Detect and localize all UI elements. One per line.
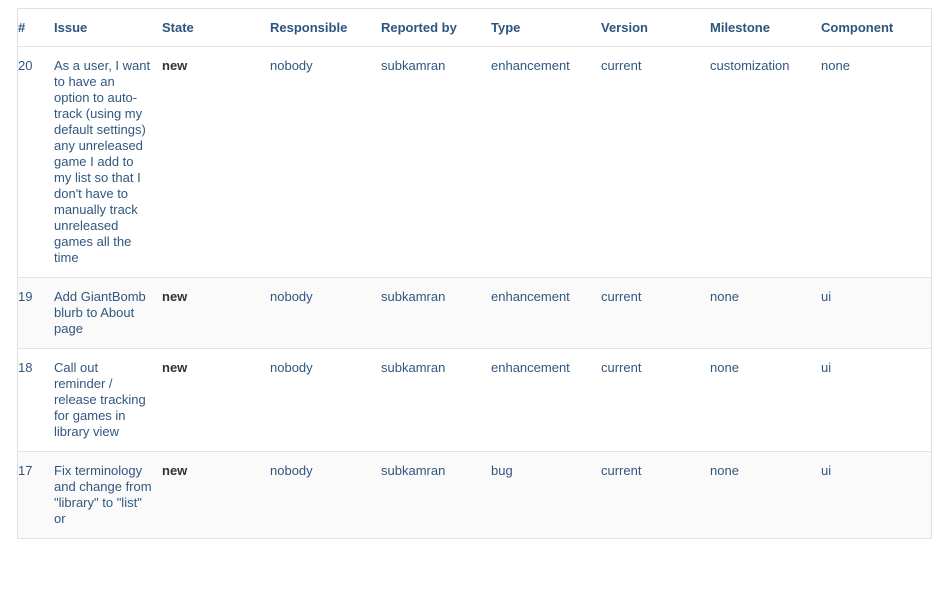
column-header-type-link[interactable]: Type: [491, 20, 520, 35]
table-row: 17 Fix terminology and change from "libr…: [18, 452, 932, 539]
cell-milestone[interactable]: none: [710, 452, 821, 539]
component-link[interactable]: ui: [821, 360, 921, 376]
issue-title-link[interactable]: As a user, I want to have an option to a…: [54, 58, 152, 266]
responsible-link[interactable]: nobody: [270, 289, 371, 305]
issue-id: 20: [18, 58, 32, 74]
reported-by-link[interactable]: subkamran: [381, 360, 481, 376]
cell-id: 19: [18, 278, 55, 349]
cell-reported-by[interactable]: subkamran: [381, 278, 491, 349]
cell-issue[interactable]: As a user, I want to have an option to a…: [54, 47, 162, 278]
column-header-type[interactable]: Type: [491, 9, 601, 47]
column-header-issue-link[interactable]: Issue: [54, 20, 87, 35]
responsible-link[interactable]: nobody: [270, 58, 371, 74]
cell-id: 20: [18, 47, 55, 278]
issues-table: # Issue State Responsible Reported by Ty…: [17, 8, 932, 539]
state-value: new: [162, 58, 187, 73]
column-header-id-link[interactable]: #: [18, 20, 25, 35]
cell-version[interactable]: current: [601, 278, 710, 349]
milestone-link[interactable]: customization: [710, 58, 811, 74]
column-header-issue[interactable]: Issue: [54, 9, 162, 47]
milestone-link[interactable]: none: [710, 360, 811, 376]
cell-component[interactable]: ui: [821, 278, 932, 349]
cell-reported-by[interactable]: subkamran: [381, 47, 491, 278]
milestone-link[interactable]: none: [710, 289, 811, 305]
cell-type[interactable]: bug: [491, 452, 601, 539]
cell-id: 18: [18, 349, 55, 452]
issue-title-link[interactable]: Fix terminology and change from "library…: [54, 463, 152, 527]
table-header: # Issue State Responsible Reported by Ty…: [18, 9, 932, 47]
cell-responsible[interactable]: nobody: [270, 278, 381, 349]
cell-id: 17: [18, 452, 55, 539]
table-row: 19 Add GiantBomb blurb to About page new…: [18, 278, 932, 349]
column-header-milestone[interactable]: Milestone: [710, 9, 821, 47]
cell-state: new: [162, 278, 270, 349]
version-link[interactable]: current: [601, 58, 700, 74]
type-link[interactable]: enhancement: [491, 360, 591, 376]
cell-component[interactable]: ui: [821, 349, 932, 452]
component-link[interactable]: ui: [821, 289, 921, 305]
cell-responsible[interactable]: nobody: [270, 452, 381, 539]
reported-by-link[interactable]: subkamran: [381, 58, 481, 74]
cell-version[interactable]: current: [601, 47, 710, 278]
column-header-responsible[interactable]: Responsible: [270, 9, 381, 47]
column-header-state-link[interactable]: State: [162, 20, 194, 35]
cell-type[interactable]: enhancement: [491, 278, 601, 349]
issue-id: 18: [18, 360, 32, 376]
issue-id: 19: [18, 289, 32, 305]
cell-issue[interactable]: Fix terminology and change from "library…: [54, 452, 162, 539]
version-link[interactable]: current: [601, 463, 700, 479]
cell-reported-by[interactable]: subkamran: [381, 452, 491, 539]
version-link[interactable]: current: [601, 360, 700, 376]
cell-issue[interactable]: Add GiantBomb blurb to About page: [54, 278, 162, 349]
type-link[interactable]: enhancement: [491, 289, 591, 305]
column-header-responsible-link[interactable]: Responsible: [270, 20, 347, 35]
table-row: 20 As a user, I want to have an option t…: [18, 47, 932, 278]
cell-version[interactable]: current: [601, 349, 710, 452]
cell-milestone[interactable]: none: [710, 349, 821, 452]
issue-title-link[interactable]: Add GiantBomb blurb to About page: [54, 289, 152, 337]
type-link[interactable]: enhancement: [491, 58, 591, 74]
cell-component[interactable]: ui: [821, 452, 932, 539]
column-header-milestone-link[interactable]: Milestone: [710, 20, 770, 35]
cell-responsible[interactable]: nobody: [270, 47, 381, 278]
state-value: new: [162, 463, 187, 478]
column-header-state[interactable]: State: [162, 9, 270, 47]
type-link[interactable]: bug: [491, 463, 591, 479]
cell-type[interactable]: enhancement: [491, 47, 601, 278]
table-header-row: # Issue State Responsible Reported by Ty…: [18, 9, 932, 47]
table-body: 20 As a user, I want to have an option t…: [18, 47, 932, 539]
state-value: new: [162, 360, 187, 375]
cell-responsible[interactable]: nobody: [270, 349, 381, 452]
cell-component[interactable]: none: [821, 47, 932, 278]
responsible-link[interactable]: nobody: [270, 463, 371, 479]
version-link[interactable]: current: [601, 289, 700, 305]
issue-title-link[interactable]: Call out reminder / release tracking for…: [54, 360, 152, 440]
reported-by-link[interactable]: subkamran: [381, 289, 481, 305]
issue-id: 17: [18, 463, 32, 479]
column-header-version[interactable]: Version: [601, 9, 710, 47]
cell-milestone[interactable]: none: [710, 278, 821, 349]
column-header-component[interactable]: Component: [821, 9, 932, 47]
column-header-reported-by[interactable]: Reported by: [381, 9, 491, 47]
column-header-version-link[interactable]: Version: [601, 20, 648, 35]
cell-state: new: [162, 47, 270, 278]
cell-type[interactable]: enhancement: [491, 349, 601, 452]
cell-issue[interactable]: Call out reminder / release tracking for…: [54, 349, 162, 452]
cell-state: new: [162, 452, 270, 539]
table-row: 18 Call out reminder / release tracking …: [18, 349, 932, 452]
cell-reported-by[interactable]: subkamran: [381, 349, 491, 452]
issues-table-container: # Issue State Responsible Reported by Ty…: [17, 8, 932, 539]
state-value: new: [162, 289, 187, 304]
cell-state: new: [162, 349, 270, 452]
component-link[interactable]: ui: [821, 463, 921, 479]
column-header-component-link[interactable]: Component: [821, 20, 893, 35]
reported-by-link[interactable]: subkamran: [381, 463, 481, 479]
column-header-reported-by-link[interactable]: Reported by: [381, 20, 457, 35]
component-link[interactable]: none: [821, 58, 921, 74]
column-header-id[interactable]: #: [18, 9, 55, 47]
cell-version[interactable]: current: [601, 452, 710, 539]
milestone-link[interactable]: none: [710, 463, 811, 479]
responsible-link[interactable]: nobody: [270, 360, 371, 376]
cell-milestone[interactable]: customization: [710, 47, 821, 278]
